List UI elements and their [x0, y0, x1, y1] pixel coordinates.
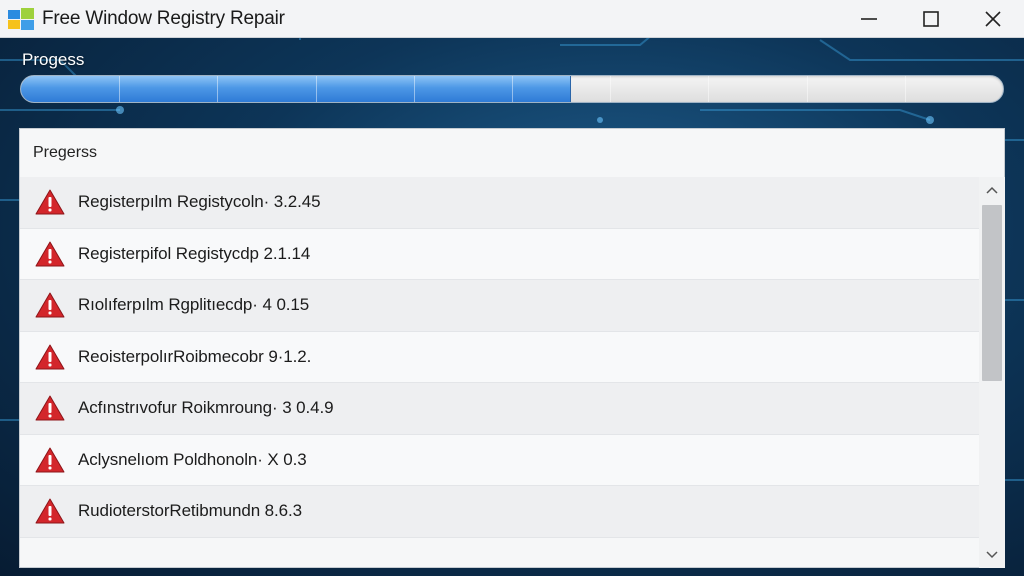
list-item[interactable]: Rıolıferpılm Rgplitıecdp· 4 0.15 [20, 280, 979, 332]
list-item-text: Rıolıferpılm Rgplitıecdp· 4 0.15 [78, 295, 310, 315]
registry-issue-list[interactable]: Registerpılm Registycoln· 3.2.45 Register… [20, 177, 979, 568]
minimize-icon [861, 17, 877, 20]
list-item[interactable]: Acfınstrıvofur Roikmroung· 3 0.4.9 [20, 383, 979, 435]
warning-icon [35, 447, 65, 473]
progress-segment [217, 76, 219, 102]
close-icon [985, 10, 1001, 27]
results-panel: Pregerss Registerpılm Registycoln· 3.2.4… [19, 128, 1005, 568]
list-item-text: RudioterstorRetibmundn 8.6.3 [78, 501, 302, 521]
list-item[interactable]: Aclysnelıom Poldhonoln· X 0.3 [20, 434, 979, 486]
list-item[interactable]: RudioterstorRetibmundn 8.6.3 [20, 486, 979, 538]
progress-segment [610, 76, 612, 102]
progress-segment [708, 76, 710, 102]
chevron-up-icon [986, 186, 998, 194]
window-title: Free Window Registry Repair [42, 7, 285, 29]
title-bar[interactable]: Free Window Registry Repair [0, 0, 1024, 38]
list-item-text: Aclysnelıom Poldhonoln· X 0.3 [78, 449, 307, 469]
list-item-text: Registerpılm Registycoln· 3.2.45 [78, 192, 321, 212]
progress-fill [21, 76, 571, 102]
minimize-button[interactable] [838, 0, 900, 38]
maximize-button[interactable] [900, 0, 962, 38]
list-item-text: ReoisterpolırRoibmecobr 9·1.2. [78, 346, 312, 366]
scroll-down-button[interactable] [979, 542, 1005, 568]
chevron-down-icon [986, 551, 998, 559]
warning-icon [35, 498, 65, 524]
warning-icon [35, 395, 65, 421]
maximize-icon [923, 10, 939, 27]
list-item-text: Registerpifol Registycdp 2.1.14 [78, 243, 311, 263]
panel-header: Pregerss [20, 129, 1004, 177]
warning-icon [35, 344, 65, 370]
scroll-thumb[interactable] [982, 205, 1002, 381]
app-logo-icon [8, 7, 36, 30]
close-button[interactable] [962, 0, 1024, 38]
list-item-text: Acfınstrıvofur Roikmroung· 3 0.4.9 [78, 398, 334, 418]
warning-icon [35, 292, 65, 318]
progress-segment [119, 76, 121, 102]
vertical-scrollbar[interactable] [979, 177, 1005, 568]
warning-icon [35, 241, 65, 267]
progress-segment [315, 76, 317, 102]
window-controls [838, 0, 1024, 38]
list-item[interactable]: Registerpılm Registycoln· 3.2.45 [20, 177, 979, 229]
progress-bar [20, 75, 1004, 103]
progress-segment [806, 76, 808, 102]
scroll-up-button[interactable] [979, 177, 1005, 203]
list-item[interactable]: ReoisterpolırRoibmecobr 9·1.2. [20, 331, 979, 383]
warning-icon [35, 189, 65, 215]
list-item[interactable]: Registerpifol Registycdp 2.1.14 [20, 228, 979, 280]
progress-segment [512, 76, 513, 102]
progress-segment [413, 76, 415, 102]
progress-label: Progess [22, 50, 85, 69]
progress-segment [904, 76, 906, 102]
